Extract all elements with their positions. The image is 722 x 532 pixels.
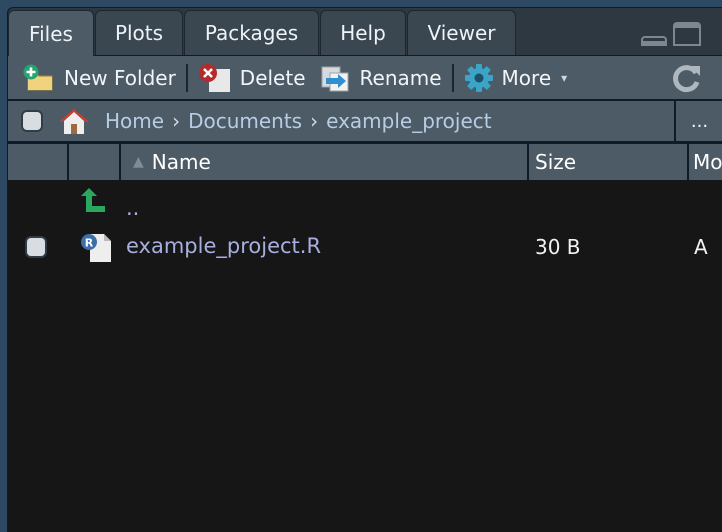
file-list-header: ▲ Name Size Mo <box>8 144 722 186</box>
select-all-checkbox[interactable] <box>21 110 43 132</box>
delete-label: Delete <box>239 65 306 90</box>
parent-directory-link[interactable]: .. <box>126 196 139 220</box>
toolbar-divider <box>185 63 188 92</box>
tab-bar: Files Plots Packages Help Viewer <box>8 8 722 56</box>
new-folder-button[interactable]: New Folder <box>22 56 176 99</box>
tab-label: Help <box>340 21 386 45</box>
chevron-down-icon: ▾ <box>561 70 568 85</box>
tab-packages[interactable]: Packages <box>184 10 319 55</box>
file-name-link[interactable]: example_project.R <box>126 234 321 258</box>
toolbar-divider <box>451 63 454 92</box>
breadcrumb-separator: › <box>172 109 181 133</box>
sort-ascending-icon: ▲ <box>133 154 144 170</box>
r-file-icon: R <box>80 232 112 268</box>
tab-plots[interactable]: Plots <box>95 10 183 55</box>
new-folder-label: New Folder <box>64 65 176 90</box>
delete-icon <box>198 63 232 93</box>
column-type <box>69 144 121 180</box>
parent-directory-row[interactable]: .. <box>8 186 722 226</box>
breadcrumb-documents[interactable]: Documents <box>188 109 302 133</box>
column-name[interactable]: ▲ Name <box>121 144 529 180</box>
breadcrumb-separator: › <box>310 109 319 133</box>
column-name-label: Name <box>151 150 211 174</box>
breadcrumb-home[interactable]: Home <box>105 109 164 133</box>
column-modified[interactable]: Mo <box>689 144 722 180</box>
more-label: More <box>501 65 552 90</box>
files-pane: Files Plots Packages Help Viewer New Fol… <box>7 7 722 532</box>
tab-files[interactable]: Files <box>8 10 94 56</box>
refresh-icon <box>673 65 700 93</box>
column-modified-label: Mo <box>693 150 722 174</box>
files-toolbar: New Folder Delete Rename More ▾ <box>8 56 722 101</box>
tab-label: Viewer <box>427 21 496 45</box>
tab-label: Packages <box>204 21 299 45</box>
tab-help[interactable]: Help <box>320 10 406 55</box>
file-row[interactable]: R example_project.R 30 B A <box>8 230 722 270</box>
breadcrumb-more-button[interactable]: ... <box>674 101 722 141</box>
new-folder-icon <box>22 63 56 93</box>
rename-icon <box>318 63 352 93</box>
gear-icon <box>464 63 494 93</box>
breadcrumb: Home › Documents › example_project ... <box>8 101 722 144</box>
tab-viewer[interactable]: Viewer <box>407 10 516 55</box>
breadcrumb-current[interactable]: example_project <box>326 109 492 133</box>
column-size-label: Size <box>535 150 577 174</box>
maximize-pane-icon[interactable] <box>673 22 701 46</box>
tab-label: Plots <box>114 21 164 45</box>
file-checkbox[interactable] <box>25 236 47 258</box>
column-size[interactable]: Size <box>529 144 689 180</box>
file-size: 30 B <box>535 235 581 259</box>
rename-button[interactable]: Rename <box>318 56 442 99</box>
home-icon[interactable] <box>56 106 92 136</box>
svg-text:R: R <box>85 237 94 250</box>
rename-label: Rename <box>359 65 442 90</box>
delete-button[interactable]: Delete <box>198 56 306 99</box>
column-select <box>8 144 69 180</box>
more-button[interactable]: More ▾ <box>464 56 568 99</box>
minimize-pane-icon[interactable] <box>641 36 667 46</box>
tab-label: Files <box>29 21 73 46</box>
file-modified: A <box>694 235 708 259</box>
refresh-button[interactable] <box>671 62 703 98</box>
up-arrow-icon <box>80 186 110 220</box>
